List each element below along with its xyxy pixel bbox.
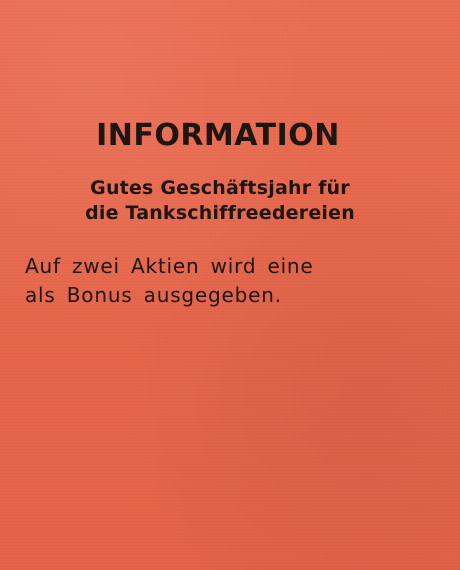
card-title: INFORMATION <box>96 118 340 153</box>
subtitle-line-2: die Tankschiffreedereien <box>85 202 355 224</box>
subtitle-line-1: Gutes Geschäftsjahr für <box>90 177 350 199</box>
card-subtitle: Gutes Geschäftsjahr für die Tankschiffre… <box>0 176 440 226</box>
card-body-text: Auf zwei Aktien wird eine als Bonus ausg… <box>25 252 415 310</box>
information-card: INFORMATION Gutes Geschäftsjahr für die … <box>0 0 460 570</box>
body-line-1: Auf zwei Aktien wird eine <box>25 254 314 278</box>
body-line-2: als Bonus ausgegeben. <box>25 283 282 307</box>
